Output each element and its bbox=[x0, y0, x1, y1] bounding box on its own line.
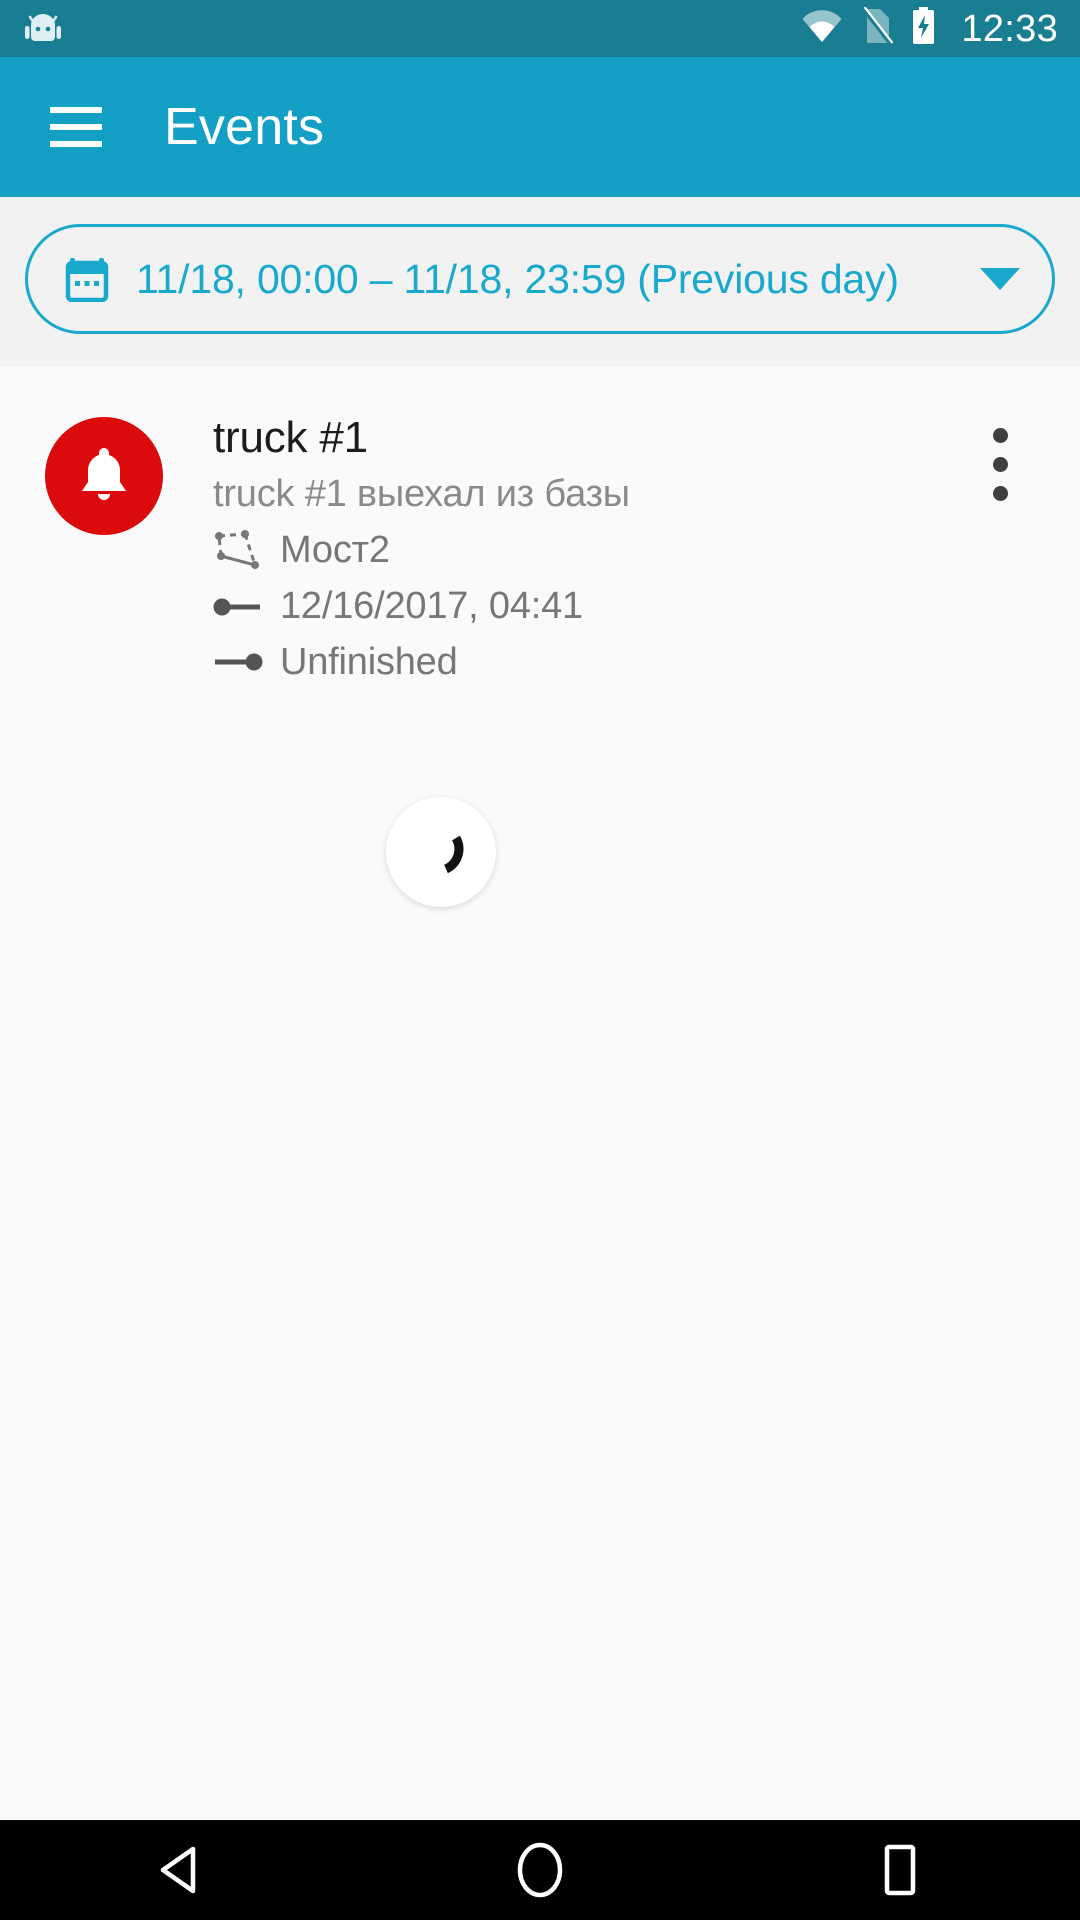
bell-icon bbox=[82, 448, 126, 500]
overflow-dot bbox=[992, 485, 1008, 501]
list-item[interactable]: truck #1 truck #1 выехал из базы Мост2 1… bbox=[0, 367, 1080, 685]
chevron-down-icon[interactable] bbox=[980, 268, 1020, 290]
wifi-icon bbox=[801, 9, 843, 48]
status-bar: 12:33 bbox=[0, 0, 1080, 57]
event-start-icon bbox=[213, 587, 269, 627]
calendar-icon bbox=[64, 256, 110, 303]
filter-strip: 11/18, 00:00 – 11/18, 23:59 (Previous da… bbox=[0, 197, 1080, 367]
hamburger-line bbox=[50, 107, 102, 113]
date-range-selector[interactable]: 11/18, 00:00 – 11/18, 23:59 (Previous da… bbox=[25, 224, 1055, 334]
event-end-row: Unfinished bbox=[213, 640, 950, 686]
back-triangle-icon[interactable] bbox=[0, 1820, 360, 1920]
avatar bbox=[45, 417, 163, 535]
recents-square-icon[interactable] bbox=[720, 1820, 1080, 1920]
event-geofence-row: Мост2 bbox=[213, 528, 950, 574]
event-end-icon bbox=[213, 642, 269, 682]
overflow-dot bbox=[992, 427, 1008, 443]
events-list: truck #1 truck #1 выехал из базы Мост2 1… bbox=[0, 367, 1080, 1820]
event-geofence-label: Мост2 bbox=[280, 529, 390, 572]
status-bar-notifications bbox=[24, 12, 62, 46]
no-sim-icon bbox=[860, 6, 894, 50]
phone-screen: 12:33 Events 11/18, 00:00 – 11/18, 23:59… bbox=[0, 0, 1080, 1920]
event-start-row: 12/16/2017, 04:41 bbox=[213, 584, 950, 630]
android-robot-icon bbox=[24, 12, 62, 46]
date-range-label: 11/18, 00:00 – 11/18, 23:59 (Previous da… bbox=[136, 255, 899, 302]
event-status: Unfinished bbox=[280, 640, 458, 683]
event-subtitle: truck #1 выехал из базы bbox=[213, 472, 630, 515]
status-bar-system-icons: 12:33 bbox=[801, 6, 1058, 51]
hamburger-line bbox=[50, 141, 102, 147]
battery-charging-icon bbox=[910, 6, 937, 51]
page-title: Events bbox=[164, 98, 325, 156]
event-title: truck #1 bbox=[213, 413, 368, 462]
loading-spinner-icon bbox=[386, 797, 496, 907]
hamburger-menu-icon[interactable] bbox=[50, 107, 102, 147]
status-bar-clock: 12:33 bbox=[961, 7, 1058, 50]
geofence-polygon-icon bbox=[213, 530, 269, 571]
event-start-time: 12/16/2017, 04:41 bbox=[280, 585, 583, 627]
home-circle-icon[interactable] bbox=[360, 1820, 720, 1920]
event-content: truck #1 truck #1 выехал из базы Мост2 1… bbox=[213, 412, 1080, 685]
overflow-dot bbox=[992, 456, 1008, 472]
android-navigation-bar bbox=[0, 1820, 1080, 1920]
hamburger-line bbox=[50, 124, 102, 130]
more-vertical-icon[interactable] bbox=[960, 409, 1040, 519]
app-bar: Events bbox=[0, 57, 1080, 197]
